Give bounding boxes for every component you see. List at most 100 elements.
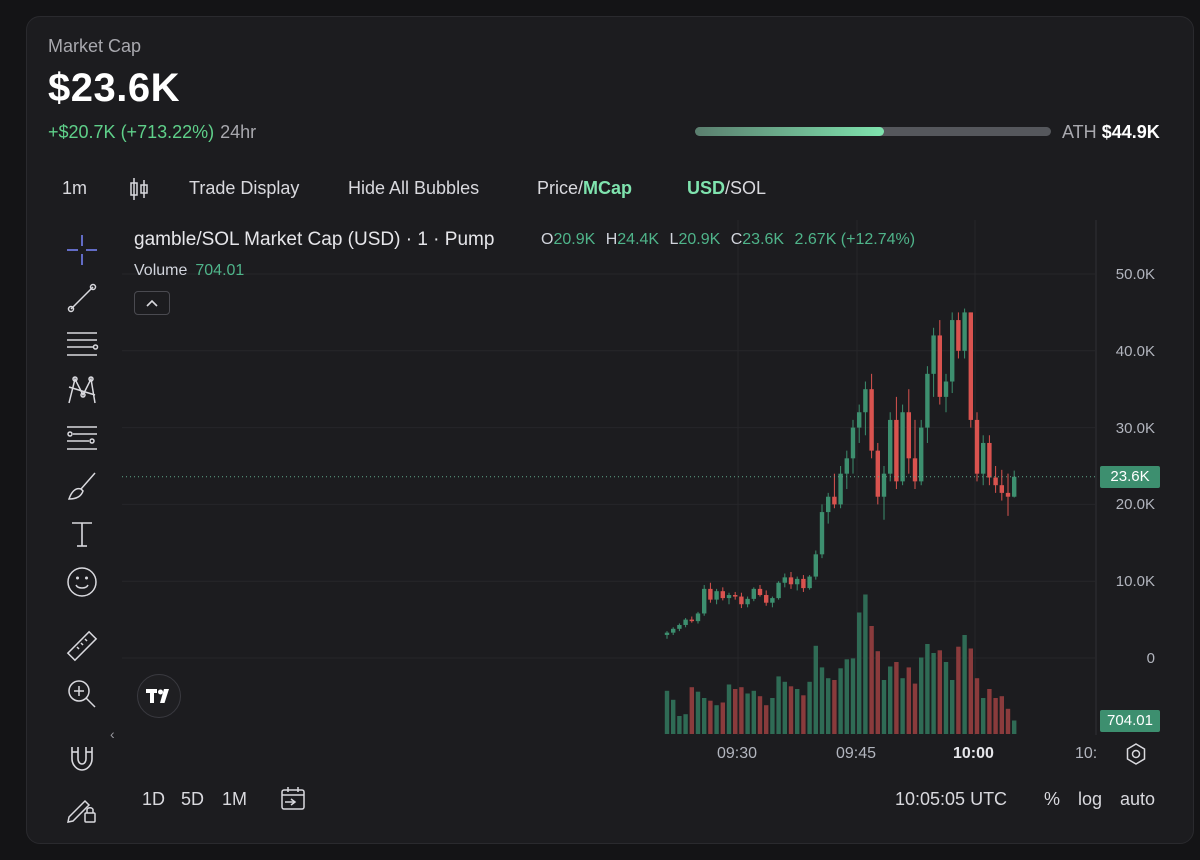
high-value: 24.4K — [617, 231, 660, 248]
ohlc-legend: O20.9K H24.4K L20.9K C23.6K 2.67K (+12.7… — [541, 231, 921, 249]
volume-bar — [776, 676, 781, 734]
candle-body — [720, 591, 725, 599]
volume-label: Volume — [134, 262, 188, 279]
candle-body — [888, 419, 893, 474]
percent-scale-button[interactable]: % — [1044, 789, 1060, 810]
settings-icon[interactable] — [1124, 742, 1148, 771]
y-tick-label: 30.0K — [1115, 420, 1155, 437]
candle-body — [689, 619, 694, 622]
goto-date-icon[interactable] — [279, 785, 307, 818]
volume-bar — [875, 651, 880, 734]
candle-body — [788, 577, 794, 585]
volume-bar — [677, 716, 682, 734]
volume-bar — [931, 653, 936, 734]
candle-body — [857, 412, 862, 428]
range-1m-button[interactable]: 1M — [222, 789, 247, 810]
candle-body — [757, 588, 763, 596]
y-tick-label: 10.0K — [1115, 573, 1155, 590]
candle-body — [751, 588, 756, 599]
candle-body — [683, 619, 688, 625]
volume-bar — [782, 681, 787, 734]
candle-body — [695, 613, 701, 622]
candle-body — [981, 442, 986, 474]
volume-bar — [857, 612, 862, 734]
candle-body — [869, 389, 874, 451]
x-tick-label: 09:45 — [836, 745, 877, 762]
candle-body — [739, 596, 744, 605]
volume-bar — [695, 691, 701, 734]
candle-body — [764, 595, 769, 603]
volume-bar — [1005, 708, 1011, 734]
volume-bar — [919, 657, 924, 734]
volume-bar — [850, 658, 856, 734]
volume-bar — [981, 698, 986, 734]
candle-body — [999, 485, 1004, 493]
candle-body — [956, 320, 961, 351]
candle-body — [894, 419, 899, 482]
volume-bar — [795, 689, 800, 734]
volume-bar — [664, 690, 670, 734]
candle-body — [770, 598, 775, 603]
candle-body — [776, 582, 781, 599]
volume-bar — [739, 687, 744, 734]
candle-body — [1005, 492, 1011, 497]
open-value: 20.9K — [553, 231, 596, 248]
volume-value: 704.01 — [195, 262, 245, 279]
volume-bar — [757, 696, 763, 734]
close-key: C — [730, 231, 743, 248]
volume-bar — [826, 678, 831, 734]
volume-bar — [733, 689, 738, 734]
volume-bar — [956, 646, 961, 734]
candle-body — [838, 473, 843, 505]
volume-bar — [993, 698, 998, 734]
candle-body — [937, 335, 942, 397]
candle-body — [832, 496, 837, 505]
candle-body — [987, 442, 992, 478]
candle-body — [844, 458, 849, 474]
volume-legend: Volume 704.01 — [134, 262, 244, 280]
volume-bar — [894, 662, 899, 734]
candle-body — [850, 427, 856, 459]
candle-body — [925, 373, 930, 428]
collapse-legend-button[interactable] — [134, 291, 170, 315]
volume-bar — [925, 644, 930, 734]
volume-bar — [720, 702, 725, 734]
volume-bar — [671, 699, 676, 734]
volume-bar — [807, 681, 812, 734]
candle-body — [671, 628, 676, 633]
candle-body — [943, 381, 949, 397]
tradingview-logo[interactable] — [137, 674, 181, 718]
candle-body — [745, 598, 750, 605]
volume-bar — [751, 690, 756, 734]
volume-bar — [683, 714, 688, 734]
candle-body — [931, 335, 936, 374]
volume-bar — [838, 668, 843, 734]
candle-body — [950, 320, 955, 382]
volume-bar — [869, 626, 874, 734]
candle-body — [974, 419, 980, 474]
x-tick-label: 09:30 — [717, 745, 758, 762]
candle-body — [900, 412, 905, 482]
volume-bar — [764, 705, 769, 734]
range-5d-button[interactable]: 5D — [181, 789, 204, 810]
high-key: H — [605, 231, 618, 248]
y-tick-label: 40.0K — [1115, 343, 1155, 360]
volume-bar — [987, 689, 992, 734]
x-tick-label: 10:00 — [953, 745, 994, 762]
utc-clock[interactable]: 10:05:05 UTC — [895, 789, 1007, 810]
chart-title: gamble/SOL Market Cap (USD) · 1 · Pump — [134, 229, 495, 250]
range-1d-button[interactable]: 1D — [142, 789, 165, 810]
volume-bar — [968, 648, 973, 734]
auto-scale-button[interactable]: auto — [1120, 789, 1155, 810]
volume-bar — [726, 684, 732, 734]
candle-body — [912, 458, 918, 482]
chart-canvas[interactable] — [0, 0, 1200, 860]
open-key: O — [541, 231, 554, 248]
change-value: 2.67K (+12.74%) — [794, 231, 916, 248]
log-scale-button[interactable]: log — [1078, 789, 1102, 810]
close-value: 23.6K — [742, 231, 785, 248]
candle-body — [1012, 476, 1017, 497]
volume-tag: 704.01 — [1100, 710, 1160, 732]
volume-bar — [832, 680, 837, 734]
volume-bar — [943, 662, 949, 734]
